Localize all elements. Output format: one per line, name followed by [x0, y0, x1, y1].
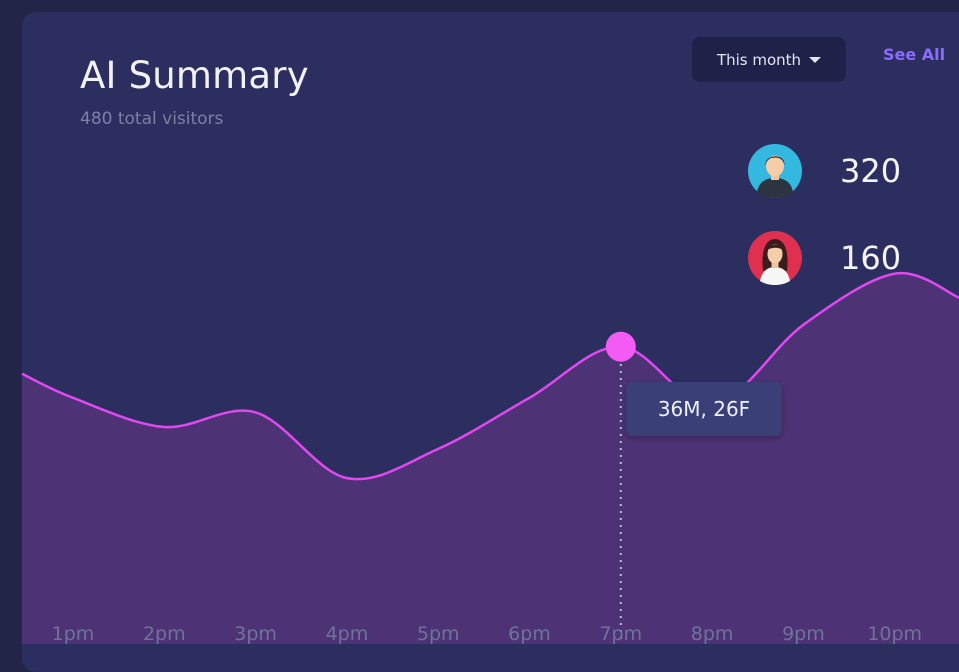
chart-point: [70, 395, 76, 401]
x-axis-tick-label: 2pm: [143, 623, 186, 644]
x-axis-tick-label: 5pm: [417, 623, 460, 644]
chart-point: [253, 409, 259, 415]
x-axis-tick-label: 4pm: [326, 623, 369, 644]
x-axis-tick-label: 7pm: [599, 623, 642, 644]
visitors-area-chart: 1pm 2pm 3pm 4pm 5pm 6pm 7pm 8pm 9pm 10pm: [21, 271, 959, 644]
x-axis-tick-label: 9pm: [782, 623, 825, 644]
chart-point: [344, 475, 350, 481]
chart-point: [800, 322, 806, 328]
x-axis-tick-label: 8pm: [691, 623, 734, 644]
x-axis-tick-label: 6pm: [508, 623, 551, 644]
chart-point: [892, 271, 898, 277]
chart-tooltip: 36M, 26F: [626, 382, 782, 436]
x-axis-tick-label: 1pm: [52, 623, 95, 644]
chart-point: [161, 424, 167, 430]
highlight-point[interactable]: [605, 331, 636, 362]
chart-point: [435, 446, 441, 452]
chart-point: [527, 395, 533, 401]
x-axis-tick-label: 10pm: [867, 623, 922, 644]
x-axis-tick-label: 3pm: [234, 623, 277, 644]
chart-area-fill: [22, 273, 959, 644]
